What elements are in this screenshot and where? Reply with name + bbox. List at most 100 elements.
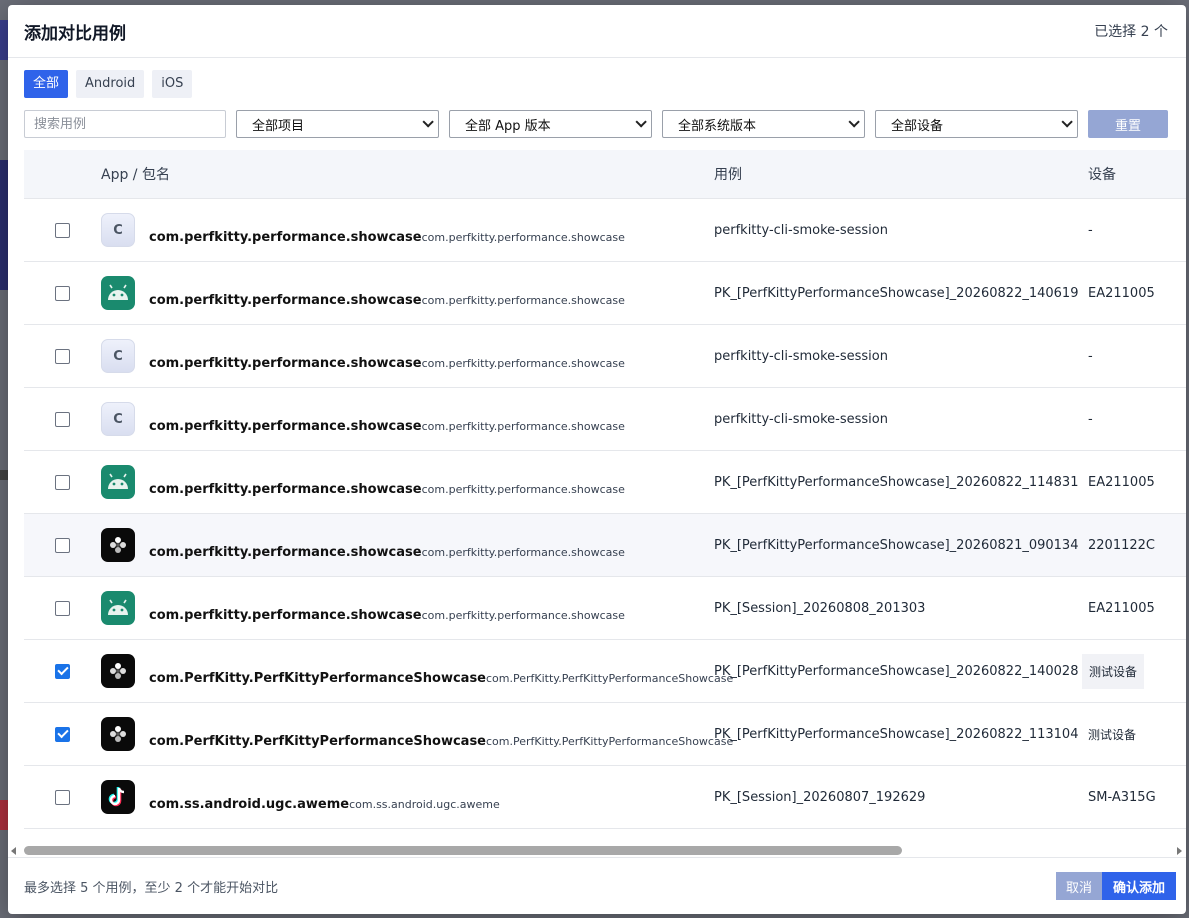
table-row[interactable]: com.ss.android.ugc.awemecom.ss.android.u… xyxy=(24,766,1186,829)
app-package: com.PerfKitty.PerfKittyPerformanceShowca… xyxy=(486,735,734,748)
device-cell: 测试设备 xyxy=(1088,727,1137,742)
platform-tabs: 全部 Android iOS xyxy=(24,70,193,98)
app-cell: com.perfkitty.performance.showcasecom.pe… xyxy=(101,528,714,562)
app-name: com.perfkitty.performance.showcase xyxy=(149,419,422,434)
reset-button[interactable]: 重置 xyxy=(1088,110,1168,138)
chevron-down-icon xyxy=(1061,116,1073,128)
app-name: com.ss.android.ugc.aweme xyxy=(149,797,350,812)
header-case: 用例 xyxy=(714,167,742,183)
device-cell: SM-A315G xyxy=(1088,789,1156,805)
table-header: App / 包名 用例 设备 xyxy=(24,150,1186,199)
c-letter-icon: C xyxy=(101,339,135,373)
filter-bar: 全部项目 全部 App 版本 全部系统版本 全部设备 重置 xyxy=(24,110,1168,138)
dialog-footer: 最多选择 5 个用例，至少 2 个才能开始对比 取消 确认添加 xyxy=(8,857,1186,914)
android-icon xyxy=(101,465,135,499)
table-row[interactable]: com.perfkitty.performance.showcasecom.pe… xyxy=(24,577,1186,640)
app-cell: com.perfkitty.performance.showcasecom.pe… xyxy=(101,465,714,499)
app-name: com.PerfKitty.PerfKittyPerformanceShowca… xyxy=(149,734,486,749)
app-name: com.PerfKitty.PerfKittyPerformanceShowca… xyxy=(149,671,486,686)
row-checkbox[interactable] xyxy=(55,600,70,616)
project-select[interactable]: 全部项目 xyxy=(236,110,439,138)
scrollbar-thumb[interactable] xyxy=(24,846,902,855)
app-cell: C com.perfkitty.performance.showcasecom.… xyxy=(101,339,714,373)
app-package: com.perfkitty.performance.showcase xyxy=(421,231,625,244)
app-cell: C com.perfkitty.performance.showcasecom.… xyxy=(101,213,714,247)
app-name: com.perfkitty.performance.showcase xyxy=(149,545,422,560)
table-row[interactable]: C com.perfkitty.performance.showcasecom.… xyxy=(24,325,1186,388)
perfkitty-icon xyxy=(101,528,135,562)
project-select-value: 全部项目 xyxy=(252,118,305,134)
tiktok-icon xyxy=(101,780,135,814)
app-package: com.perfkitty.performance.showcase xyxy=(421,294,625,307)
row-checkbox[interactable] xyxy=(55,663,70,679)
chevron-down-icon xyxy=(848,116,860,128)
row-checkbox[interactable] xyxy=(55,285,70,301)
table-row[interactable]: com.PerfKitty.PerfKittyPerformanceShowca… xyxy=(24,703,1186,766)
confirm-add-button[interactable]: 确认添加 xyxy=(1102,872,1176,900)
case-cell: perfkitty-cli-smoke-session xyxy=(714,348,888,364)
selected-count: 已选择 2 个 xyxy=(1094,24,1168,40)
tab-android[interactable]: Android xyxy=(76,70,145,98)
tab-all[interactable]: 全部 xyxy=(24,70,69,98)
app-cell: com.ss.android.ugc.awemecom.ss.android.u… xyxy=(101,780,714,814)
case-cell: PK_[Session]_20260807_192629 xyxy=(714,789,926,805)
perfkitty-icon xyxy=(101,654,135,688)
case-cell: perfkitty-cli-smoke-session xyxy=(714,411,888,427)
row-checkbox[interactable] xyxy=(55,348,70,364)
table-row[interactable]: C com.perfkitty.performance.showcasecom.… xyxy=(24,388,1186,451)
app-cell: com.PerfKitty.PerfKittyPerformanceShowca… xyxy=(101,717,733,751)
app-package: com.ss.android.ugc.aweme xyxy=(349,798,500,811)
perfkitty-icon xyxy=(101,717,135,751)
dialog-title: 添加对比用例 xyxy=(24,23,126,44)
selection-hint: 最多选择 5 个用例，至少 2 个才能开始对比 xyxy=(24,880,279,896)
table-row[interactable]: com.perfkitty.performance.showcasecom.pe… xyxy=(24,514,1186,577)
chevron-down-icon xyxy=(422,116,434,128)
c-letter-icon: C xyxy=(101,213,135,247)
dialog-header: 添加对比用例 已选择 2 个 xyxy=(8,5,1186,58)
table-body: C com.perfkitty.performance.showcasecom.… xyxy=(24,199,1186,829)
scroll-left-icon[interactable] xyxy=(11,847,16,855)
row-checkbox[interactable] xyxy=(55,726,70,742)
app-package: com.perfkitty.performance.showcase xyxy=(421,420,625,433)
row-checkbox[interactable] xyxy=(55,222,70,238)
app-version-select[interactable]: 全部 App 版本 xyxy=(449,110,652,138)
c-letter-icon: C xyxy=(101,402,135,436)
header-app: App / 包名 xyxy=(101,167,170,183)
device-cell: EA211005 xyxy=(1088,600,1155,616)
device-select-value: 全部设备 xyxy=(891,118,944,134)
app-cell: com.PerfKitty.PerfKittyPerformanceShowca… xyxy=(101,654,733,688)
row-checkbox[interactable] xyxy=(55,474,70,490)
scroll-right-icon[interactable] xyxy=(1177,847,1182,855)
table-row[interactable]: com.perfkitty.performance.showcasecom.pe… xyxy=(24,262,1186,325)
cancel-button[interactable]: 取消 xyxy=(1056,872,1102,900)
app-package: com.PerfKitty.PerfKittyPerformanceShowca… xyxy=(486,672,734,685)
os-version-select[interactable]: 全部系统版本 xyxy=(662,110,865,138)
android-icon xyxy=(101,591,135,625)
table-row[interactable]: C com.perfkitty.performance.showcasecom.… xyxy=(24,199,1186,262)
row-checkbox[interactable] xyxy=(55,789,70,805)
device-cell: - xyxy=(1088,348,1093,364)
app-version-select-value: 全部 App 版本 xyxy=(465,118,551,134)
tab-ios[interactable]: iOS xyxy=(152,70,193,98)
add-compare-cases-dialog: 添加对比用例 已选择 2 个 全部 Android iOS 全部项目 全部 Ap… xyxy=(8,5,1186,914)
app-name: com.perfkitty.performance.showcase xyxy=(149,293,422,308)
app-cell: C com.perfkitty.performance.showcasecom.… xyxy=(101,402,714,436)
device-cell: 测试设备 xyxy=(1082,653,1145,689)
table-row[interactable]: com.perfkitty.performance.showcasecom.pe… xyxy=(24,451,1186,514)
device-cell: EA211005 xyxy=(1088,474,1155,490)
table-row[interactable]: com.PerfKitty.PerfKittyPerformanceShowca… xyxy=(24,640,1186,703)
case-cell: PK_[PerfKittyPerformanceShowcase]_202608… xyxy=(714,285,1079,301)
app-name: com.perfkitty.performance.showcase xyxy=(149,356,422,371)
app-cell: com.perfkitty.performance.showcasecom.pe… xyxy=(101,276,714,310)
header-device: 设备 xyxy=(1088,167,1116,183)
search-input[interactable] xyxy=(24,110,226,138)
row-checkbox[interactable] xyxy=(55,411,70,427)
row-checkbox[interactable] xyxy=(55,537,70,553)
device-cell: EA211005 xyxy=(1088,285,1155,301)
case-cell: PK_[PerfKittyPerformanceShowcase]_202608… xyxy=(714,663,1079,679)
app-name: com.perfkitty.performance.showcase xyxy=(149,608,422,623)
case-cell: PK_[Session]_20260808_201303 xyxy=(714,600,926,616)
device-select[interactable]: 全部设备 xyxy=(875,110,1078,138)
chevron-down-icon xyxy=(635,116,647,128)
device-cell: 2201122C xyxy=(1088,537,1155,553)
